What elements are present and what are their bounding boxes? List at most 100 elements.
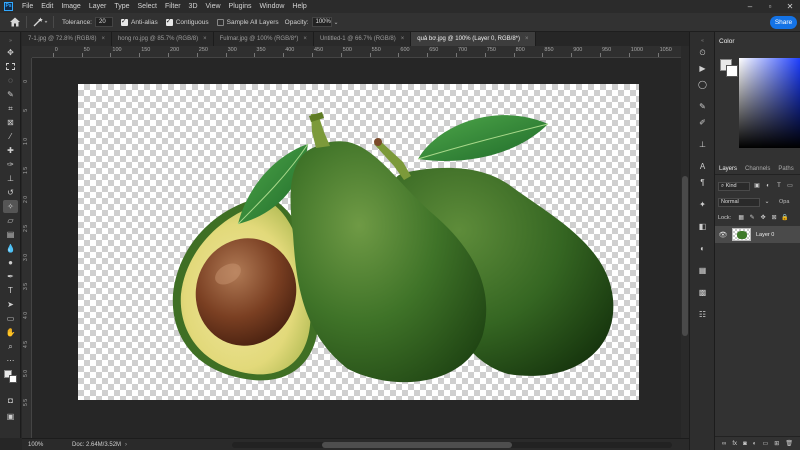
lock-artboard-icon[interactable]: ⊠ — [770, 214, 778, 222]
lock-position-icon[interactable]: ✥ — [759, 214, 767, 222]
blend-mode-select[interactable]: Normal — [718, 197, 760, 207]
blur-icon[interactable]: 💧 — [3, 242, 18, 255]
close-tab-icon[interactable]: × — [525, 36, 529, 42]
horizontal-scrollbar[interactable] — [232, 442, 672, 448]
vertical-scrollbar-thumb[interactable] — [682, 176, 688, 336]
magic-wand-preset-icon[interactable] — [32, 16, 48, 28]
close-tab-icon[interactable]: × — [303, 36, 307, 42]
properties-panel-icon[interactable]: ◧ — [695, 220, 710, 233]
layer-mask-icon[interactable]: ◙ — [743, 441, 747, 447]
brush-settings-icon[interactable]: ✎ — [695, 100, 710, 113]
clone-source-icon[interactable]: ⊥ — [695, 138, 710, 151]
document-tab[interactable]: Fulmar.jpg @ 100% (RGB/8*) × — [213, 32, 314, 46]
gradient-icon[interactable]: ▤ — [3, 228, 18, 241]
menu-edit[interactable]: Edit — [37, 0, 57, 13]
menu-filter[interactable]: Filter — [161, 0, 185, 13]
eyedropper-icon[interactable]: ⁄ — [3, 130, 18, 143]
libraries-panel-icon[interactable]: ▦ — [695, 264, 710, 277]
magic-wand-icon[interactable]: ✧ — [3, 200, 18, 213]
delete-layer-icon[interactable]: 🗑 — [785, 440, 793, 447]
menu-layer[interactable]: Layer — [85, 0, 111, 13]
adjustment-layer-icon[interactable]: ◐ — [753, 441, 757, 447]
menu-view[interactable]: View — [202, 0, 225, 13]
filter-adjustment-icon[interactable]: ◐ — [764, 182, 772, 190]
lock-all-icon[interactable]: 🔒 — [781, 214, 789, 222]
contiguous-checkbox[interactable] — [165, 17, 173, 26]
menu-3d[interactable]: 3D — [185, 0, 202, 13]
tab-layers[interactable]: Layers — [715, 163, 741, 174]
minimize-icon[interactable]: – — [740, 0, 760, 13]
quick-select-icon[interactable]: ✎ — [3, 88, 18, 101]
horizontal-ruler[interactable]: 5005010015020025030035040045050055060065… — [32, 46, 681, 58]
background-color-swatch[interactable] — [726, 65, 738, 77]
adjustments-panel-icon[interactable]: ◐ — [695, 242, 710, 255]
ruler-corner[interactable] — [22, 46, 32, 58]
shape-icon[interactable]: ▭ — [3, 312, 18, 325]
pen-icon[interactable]: ✒ — [3, 270, 18, 283]
glyphs-panel-icon[interactable]: ✦ — [695, 198, 710, 211]
filter-shape-icon[interactable]: ▭ — [786, 182, 794, 190]
layer-row[interactable]: 👁 Layer 0 — [715, 226, 800, 243]
color-swatch-icon[interactable] — [3, 370, 18, 383]
character-panel-icon[interactable]: A — [695, 160, 710, 173]
new-layer-icon[interactable]: ⊞ — [774, 440, 779, 447]
crop-icon[interactable]: ⌗ — [3, 102, 18, 115]
brush-icon[interactable]: ✑ — [3, 158, 18, 171]
info-panel-icon[interactable]: ☷ — [695, 308, 710, 321]
doc-size[interactable]: Doc: 2.64M/3.52M — [72, 442, 121, 448]
home-icon[interactable] — [9, 16, 21, 28]
filter-type-icon[interactable]: T — [775, 182, 783, 190]
visibility-eye-icon[interactable]: 👁 — [718, 231, 728, 239]
close-tab-icon[interactable]: × — [401, 36, 405, 42]
color-picker-field[interactable] — [739, 58, 800, 148]
document-tab-active[interactable]: quả bơ.jpg @ 100% (Layer 0, RGB/8*) × — [411, 32, 536, 46]
opacity-dropdown-icon[interactable]: ⌄ — [334, 19, 339, 26]
layer-filter-kind[interactable]: ⌕ Kind — [718, 181, 750, 191]
path-select-icon[interactable]: ➤ — [3, 298, 18, 311]
tab-channels[interactable]: Channels — [741, 163, 774, 174]
lasso-icon[interactable]: ◌ — [3, 74, 18, 87]
hand-icon[interactable]: ✋ — [3, 326, 18, 339]
opacity-input[interactable]: 100% — [311, 17, 332, 27]
menu-file[interactable]: File — [18, 0, 37, 13]
history-panel-icon[interactable]: ⏲ — [695, 46, 710, 59]
more-tools-icon[interactable]: ⋯ — [3, 354, 18, 367]
brushes-panel-icon[interactable]: ✐ — [695, 116, 710, 129]
layer-style-icon[interactable]: fx — [732, 441, 737, 447]
lock-image-icon[interactable]: ✎ — [748, 214, 756, 222]
menu-plugins[interactable]: Plugins — [225, 0, 256, 13]
canvas-area[interactable] — [32, 58, 681, 438]
close-tab-icon[interactable]: × — [203, 36, 207, 42]
filter-pixel-icon[interactable]: ▣ — [753, 182, 761, 190]
vertical-ruler[interactable]: 0 5 1 0 1 5 2 0 2 5 3 0 3 5 4 0 4 5 5 0 5 5 — [22, 58, 32, 438]
document-tab[interactable]: 7-1.jpg @ 72.8% (RGB/8) × — [22, 32, 112, 46]
link-layers-icon[interactable]: ∞ — [722, 441, 726, 447]
history-brush-icon[interactable]: ↺ — [3, 186, 18, 199]
layer-name[interactable]: Layer 0 — [756, 232, 774, 238]
tab-paths[interactable]: Paths — [774, 163, 797, 174]
share-button[interactable]: Share — [770, 16, 797, 29]
tolerance-input[interactable]: 20 — [95, 17, 113, 27]
menu-type[interactable]: Type — [110, 0, 133, 13]
marquee-icon[interactable] — [3, 60, 18, 73]
close-window-icon[interactable]: ✕ — [780, 0, 800, 13]
vertical-scrollbar[interactable] — [681, 46, 689, 438]
menu-image[interactable]: Image — [57, 0, 84, 13]
anti-alias-checkbox[interactable] — [121, 17, 128, 26]
menu-select[interactable]: Select — [134, 0, 161, 13]
healing-icon[interactable]: ✚ — [3, 144, 18, 157]
document-tab[interactable]: Untitled-1 @ 66.7% (RGB/8) × — [313, 32, 412, 46]
close-tab-icon[interactable]: × — [101, 36, 105, 42]
status-arrow-icon[interactable]: › — [125, 442, 127, 448]
actions-panel-icon[interactable]: ▶ — [695, 62, 710, 75]
menu-help[interactable]: Help — [288, 0, 310, 13]
paragraph-panel-icon[interactable]: ¶ — [695, 176, 710, 189]
group-icon[interactable]: ▭ — [762, 440, 768, 447]
blend-dropdown-icon[interactable]: ⌄ — [763, 198, 771, 206]
maximize-icon[interactable]: ▫ — [760, 0, 780, 13]
quick-mask-icon[interactable]: ◘ — [3, 394, 18, 407]
color-panel-tab[interactable]: Color — [715, 38, 735, 45]
eraser-icon[interactable]: ▱ — [3, 214, 18, 227]
navigator-panel-icon[interactable]: ▩ — [695, 286, 710, 299]
screen-mode-icon[interactable]: ▣ — [3, 410, 18, 423]
